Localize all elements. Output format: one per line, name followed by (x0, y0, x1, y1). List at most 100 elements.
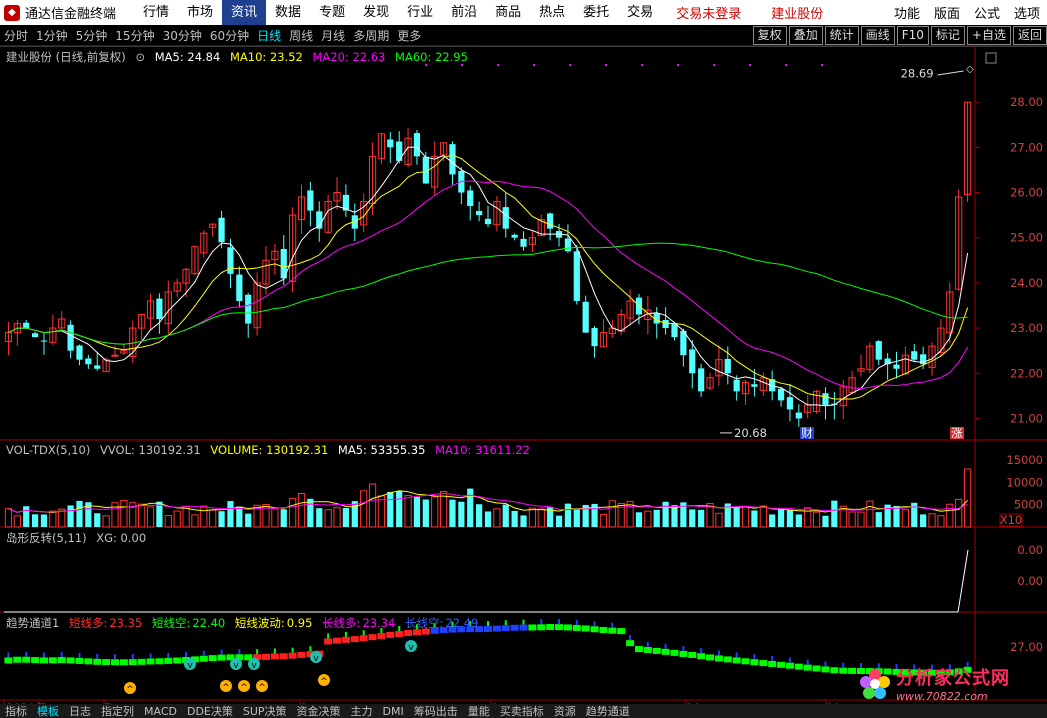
candle-body[interactable] (156, 298, 163, 320)
volume-bar[interactable] (555, 515, 563, 527)
volume-bar[interactable] (422, 499, 429, 527)
volume-bar[interactable] (937, 515, 945, 528)
candle-body[interactable] (520, 238, 527, 247)
volume-bar[interactable] (831, 500, 838, 527)
volume-bar[interactable] (928, 513, 936, 528)
volume-bar[interactable] (49, 510, 57, 528)
candle-body[interactable] (476, 211, 483, 216)
volume-bar[interactable] (777, 508, 785, 527)
volume-bar[interactable] (200, 505, 208, 528)
volume-bar[interactable] (94, 513, 101, 527)
volume-bar[interactable] (164, 515, 172, 528)
volume-bar[interactable] (901, 509, 910, 528)
candle-body[interactable] (502, 207, 509, 229)
volume-bar[interactable] (449, 499, 456, 527)
volume-bar[interactable] (307, 498, 314, 527)
bottom-tab-1[interactable]: 模板 (32, 704, 64, 718)
bottom-tab-9[interactable]: DMI (378, 705, 409, 718)
candle-body[interactable] (777, 388, 785, 401)
volume-bar[interactable] (439, 491, 448, 528)
volume-bar[interactable] (741, 506, 750, 528)
candle-body[interactable] (387, 139, 394, 148)
volume-bar[interactable] (502, 504, 509, 527)
bottom-tab-8[interactable]: 主力 (346, 704, 378, 718)
volume-bar[interactable] (715, 512, 723, 528)
volume-bar[interactable] (289, 498, 297, 528)
candle-body[interactable] (40, 340, 48, 342)
volume-bar[interactable] (528, 507, 537, 528)
panel-zoom-icon[interactable] (985, 52, 997, 64)
volume-bar[interactable] (173, 510, 181, 528)
volume-bar[interactable] (751, 510, 758, 527)
volume-bar[interactable] (102, 515, 110, 528)
volume-bar[interactable] (955, 498, 963, 528)
volume-bar[interactable] (4, 508, 13, 528)
candle-body[interactable] (218, 217, 225, 243)
volume-bar[interactable] (520, 515, 527, 527)
volume-bar[interactable] (484, 511, 492, 527)
volume-bar[interactable] (644, 510, 652, 528)
volume-bar[interactable] (458, 501, 465, 527)
volume-bar[interactable] (467, 488, 474, 527)
volume-bar[interactable] (653, 509, 660, 527)
kline-chart[interactable]: 28.00 27.00 26.00 25.00 24.00 23.00 22.00 21.00… (0, 0, 1047, 718)
volume-bar[interactable] (396, 491, 403, 527)
volume-bar[interactable] (608, 500, 616, 528)
bottom-tab-13[interactable]: 资源 (549, 704, 581, 718)
volume-bar[interactable] (733, 506, 740, 527)
candle-body[interactable] (582, 301, 589, 333)
candle-body[interactable] (111, 354, 119, 357)
volume-bar[interactable] (893, 505, 900, 527)
volume-bar[interactable] (511, 510, 518, 527)
volume-bar[interactable] (875, 512, 882, 527)
volume-bar[interactable] (280, 509, 287, 527)
volume-bar[interactable] (537, 508, 545, 528)
volume-bar[interactable] (963, 468, 972, 528)
volume-bar[interactable] (698, 509, 705, 527)
volume-bar[interactable] (689, 509, 696, 527)
candle-body[interactable] (564, 238, 572, 252)
candle-body[interactable] (893, 364, 900, 369)
candle-body[interactable] (449, 144, 456, 175)
bottom-tab-11[interactable]: 量能 (463, 704, 495, 718)
bottom-tab-2[interactable]: 日志 (64, 704, 96, 718)
volume-bar[interactable] (812, 511, 821, 528)
volume-bar[interactable] (377, 495, 386, 528)
volume-bar[interactable] (866, 500, 874, 528)
candle-body[interactable] (795, 412, 802, 419)
candle-body[interactable] (751, 384, 758, 387)
candle-body[interactable] (786, 397, 794, 410)
candle-body[interactable] (698, 368, 705, 392)
volume-bar[interactable] (476, 504, 483, 527)
candle-body[interactable] (413, 133, 421, 157)
volume-bar[interactable] (573, 509, 580, 527)
volume-bar[interactable] (822, 515, 829, 527)
bottom-tab-4[interactable]: MACD (139, 705, 182, 718)
bottom-tab-10[interactable]: 筹码出击 (409, 704, 463, 718)
volume-bar[interactable] (413, 496, 421, 527)
volume-bar[interactable] (67, 505, 74, 527)
volume-bar[interactable] (120, 499, 128, 528)
volume-bar[interactable] (342, 508, 350, 527)
bottom-tab-3[interactable]: 指定列 (96, 704, 139, 718)
candle-body[interactable] (23, 322, 30, 329)
candle-body[interactable] (94, 365, 101, 369)
volume-bar[interactable] (146, 506, 155, 528)
legend-toggle-icon[interactable]: ⊙ (135, 50, 145, 64)
volume-bar[interactable] (271, 508, 279, 528)
candle-body[interactable] (911, 351, 918, 360)
volume-bar[interactable] (351, 501, 358, 527)
candle-body[interactable] (467, 190, 474, 207)
volume-bar[interactable] (564, 503, 572, 527)
volume-bar[interactable] (387, 491, 394, 527)
bottom-tab-12[interactable]: 买卖指标 (495, 704, 549, 718)
candle-body[interactable] (396, 141, 403, 161)
bottom-tab-7[interactable]: 资金决策 (292, 704, 346, 718)
volume-bar[interactable] (236, 506, 243, 527)
volume-bar[interactable] (493, 508, 501, 528)
volume-bar[interactable] (111, 502, 119, 528)
candle-body[interactable] (245, 294, 252, 324)
candle-body[interactable] (307, 190, 314, 211)
volume-bar[interactable] (316, 508, 323, 527)
candle-body[interactable] (511, 234, 518, 238)
